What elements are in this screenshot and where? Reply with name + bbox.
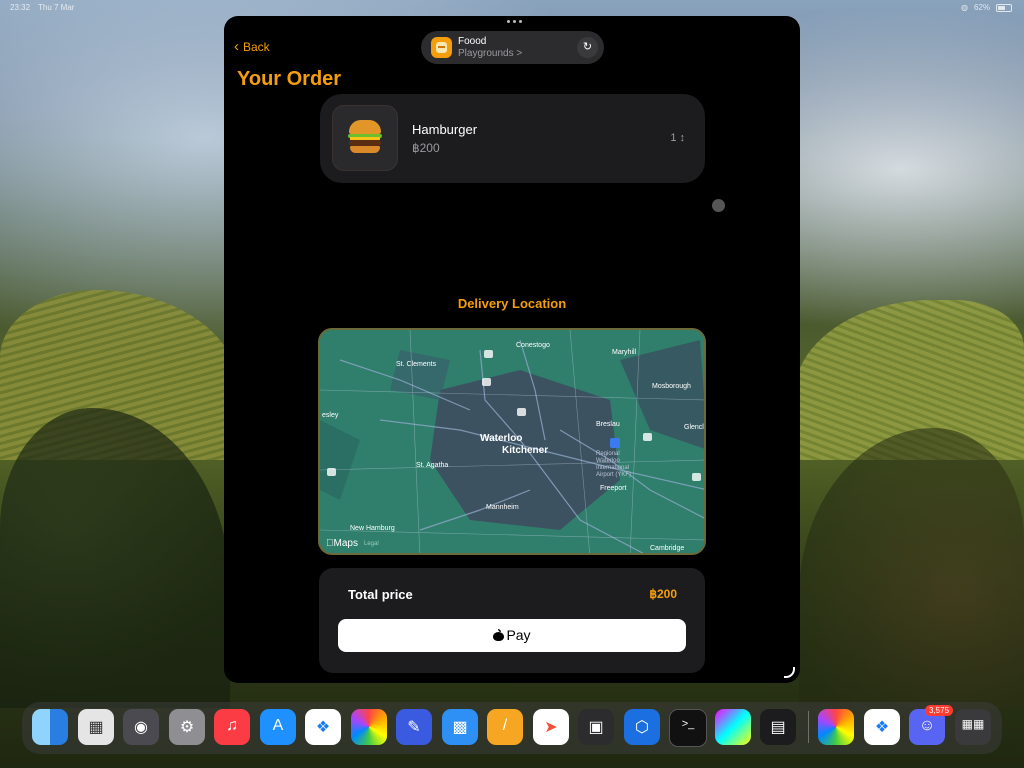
status-time: 23:32 <box>10 3 31 12</box>
hamburger-icon <box>348 120 382 154</box>
back-button[interactable]: ‹ Back <box>234 38 270 55</box>
discord-icon[interactable]: ☺ 3,575 <box>909 705 954 745</box>
apple-pay-button[interactable]: Pay <box>338 619 686 652</box>
calculator-icon[interactable]: ▦ <box>78 709 114 745</box>
pages-icon[interactable]: / <box>487 709 523 745</box>
color-app-icon[interactable] <box>715 709 751 745</box>
map-label-maryhill: Maryhill <box>612 349 637 356</box>
tv-remote-icon[interactable]: ◉ <box>123 709 159 745</box>
map-label-mosborough: Mosborough <box>652 383 691 390</box>
safari-recent-icon[interactable]: ❖ <box>864 709 900 745</box>
map-label-breslau: Breslau <box>596 421 620 428</box>
delivery-heading: Delivery Location <box>457 296 567 311</box>
order-item-card: Hamburger ฿200 1 ↕ <box>320 94 705 183</box>
apple-logo-icon <box>493 629 505 641</box>
app-window: ‹ Back Foood Playgrounds > ↻ Your Order … <box>224 16 800 683</box>
wifi-icon: ◍ <box>961 3 968 12</box>
chevron-left-icon: ‹ <box>234 38 239 55</box>
item-price: ฿200 <box>412 141 440 155</box>
dock: ▦ ◉ ⚙ ♫ A ❖ ✎ ▩ / ➤ ▣ ⬡ >_ ▤ ❖ ☺ 3,575 ▦… <box>22 702 1002 754</box>
map-label-conestogo: Conestogo <box>516 342 550 349</box>
page-title: Your Order <box>237 68 342 90</box>
item-thumbnail <box>332 105 398 171</box>
status-right: ◍ 62% <box>961 3 1012 12</box>
map-label-waterloo: Waterloo <box>480 433 523 444</box>
status-date: Thu 7 Mar <box>38 3 75 12</box>
map-label-st-agatha: St. Agatha <box>416 462 449 469</box>
map-label-cambridge: Cambridge <box>650 545 685 552</box>
map-label-freeport: Freeport <box>600 485 627 492</box>
settings-icon[interactable]: ⚙ <box>169 709 205 745</box>
battery-icon <box>996 3 1012 12</box>
total-card: Total price ฿200 Pay <box>319 568 705 673</box>
swift-playgrounds-icon[interactable]: ➤ <box>533 709 569 745</box>
finder-icon[interactable] <box>32 709 68 745</box>
status-bar: 23:32 Thu 7 Mar ◍ 62% <box>0 0 1024 16</box>
sidebar-app-icon[interactable]: ▤ <box>760 709 796 745</box>
pencil-app-icon[interactable]: ✎ <box>396 709 432 745</box>
map-label-st-clements: St. Clements <box>396 361 437 368</box>
total-label: Total price <box>348 587 413 602</box>
safari-icon[interactable]: ❖ <box>305 709 341 745</box>
map-label-kitchener: Kitchener <box>502 445 549 456</box>
total-value: ฿200 <box>649 587 677 601</box>
keynote-icon[interactable]: ▩ <box>442 709 478 745</box>
item-name: Hamburger <box>412 122 478 137</box>
photos-recent-icon[interactable] <box>818 709 854 745</box>
dock-separator <box>808 711 809 743</box>
discord-badge: 3,575 <box>925 705 954 716</box>
app-store-icon[interactable]: A <box>260 709 296 745</box>
xcode-cloud-icon[interactable]: ⬡ <box>624 709 660 745</box>
pay-label: Pay <box>506 627 531 643</box>
back-label: Back <box>243 40 270 54</box>
map-label-mannheim: Mannheim <box>486 504 519 511</box>
delivery-map[interactable]: Conestogo Maryhill St. Clements Mosborou… <box>318 328 706 555</box>
reload-icon[interactable]: ↻ <box>577 37 598 58</box>
map-label-new-hamburg: New Hamburg <box>350 525 395 532</box>
wallpaper-trees-right <box>799 428 1024 708</box>
indicator-dot <box>712 199 725 212</box>
app-icon <box>431 37 452 58</box>
map-legal-link[interactable]: Legal <box>364 541 379 547</box>
map-label-glencl: Glencl <box>684 424 704 431</box>
widgets-icon[interactable]: ▣ <box>578 709 614 745</box>
utilities-folder-icon[interactable]: ▦▦ <box>955 709 991 745</box>
map-label-airport: Regional Waterloo International Airport … <box>596 451 632 478</box>
app-name: Foood <box>458 36 487 47</box>
maps-attribution[interactable]: Maps <box>326 538 358 549</box>
terminal-icon[interactable]: >_ <box>669 709 707 747</box>
music-icon[interactable]: ♫ <box>214 709 250 745</box>
photos-icon[interactable] <box>351 709 387 745</box>
quantity-picker[interactable]: 1 ↕ <box>670 132 685 144</box>
app-subtitle[interactable]: Playgrounds > <box>458 48 522 59</box>
resize-handle[interactable] <box>784 667 795 678</box>
map-label-esley: esley <box>322 412 339 419</box>
app-title-pill[interactable]: Foood Playgrounds > ↻ <box>421 31 604 64</box>
battery-percent: 62% <box>973 3 990 12</box>
window-grabber[interactable] <box>507 20 522 23</box>
